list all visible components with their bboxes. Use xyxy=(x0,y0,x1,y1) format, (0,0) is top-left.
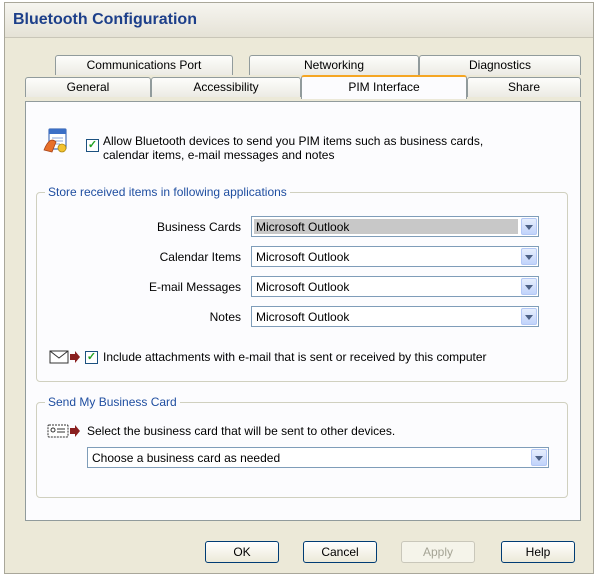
email-messages-label: E-mail Messages xyxy=(148,280,241,294)
business-card-arrow-icon xyxy=(47,424,80,438)
send-group-legend: Send My Business Card xyxy=(45,395,180,409)
include-attachments-checkbox[interactable]: ✓ xyxy=(85,351,98,364)
allow-pim-label-line2: calendar items, e-mail messages and note… xyxy=(103,148,335,162)
business-cards-select[interactable]: Microsoft Outlook xyxy=(251,216,539,237)
title-bar: Bluetooth Configuration xyxy=(5,3,593,38)
allow-pim-checkbox[interactable]: ✓ xyxy=(86,139,99,152)
bluetooth-configuration-window: Bluetooth Configuration Communications P… xyxy=(4,2,594,574)
envelope-arrow-icon xyxy=(49,350,80,364)
notes-label: Notes xyxy=(209,310,241,324)
check-icon: ✓ xyxy=(86,351,97,363)
calendar-items-select[interactable]: Microsoft Outlook xyxy=(251,246,539,267)
chevron-down-icon[interactable] xyxy=(521,218,537,235)
store-group-legend: Store received items in following applic… xyxy=(45,185,290,199)
tab-networking[interactable]: Networking xyxy=(249,55,419,75)
tab-diagnostics[interactable]: Diagnostics xyxy=(419,55,581,75)
send-business-card-group: Send My Business Card Select the busines… xyxy=(36,395,568,498)
tab-general[interactable]: General xyxy=(25,77,151,97)
business-cards-label: Business Cards xyxy=(156,220,241,234)
tab-share[interactable]: Share xyxy=(467,77,581,97)
include-attachments-label: Include attachments with e-mail that is … xyxy=(103,350,487,364)
apply-button[interactable]: Apply xyxy=(401,541,475,563)
chevron-down-icon[interactable] xyxy=(521,248,537,265)
tab-pim-interface[interactable]: PIM Interface xyxy=(301,75,467,99)
tab-accessibility[interactable]: Accessibility xyxy=(151,77,301,97)
chevron-down-icon[interactable] xyxy=(521,308,537,325)
email-messages-select[interactable]: Microsoft Outlook xyxy=(251,276,539,297)
store-received-items-group: Store received items in following applic… xyxy=(36,185,568,382)
chevron-down-icon[interactable] xyxy=(521,278,537,295)
send-card-description: Select the business card that will be se… xyxy=(87,424,396,438)
cancel-button[interactable]: Cancel xyxy=(303,541,377,563)
calendar-items-label: Calendar Items xyxy=(159,250,241,264)
allow-pim-label-line1: Allow Bluetooth devices to send you PIM … xyxy=(103,134,484,148)
tab-communications-port[interactable]: Communications Port xyxy=(55,55,233,75)
ok-button[interactable]: OK xyxy=(205,541,279,563)
chevron-down-icon[interactable] xyxy=(531,449,547,466)
check-icon: ✓ xyxy=(87,139,98,151)
notes-select[interactable]: Microsoft Outlook xyxy=(251,306,539,327)
pim-interface-panel: ✓ Allow Bluetooth devices to send you PI… xyxy=(25,101,581,521)
window-title: Bluetooth Configuration xyxy=(13,11,197,28)
pim-icon xyxy=(43,128,67,153)
business-card-select[interactable]: Choose a business card as needed xyxy=(87,447,549,468)
help-button[interactable]: Help xyxy=(501,541,575,563)
